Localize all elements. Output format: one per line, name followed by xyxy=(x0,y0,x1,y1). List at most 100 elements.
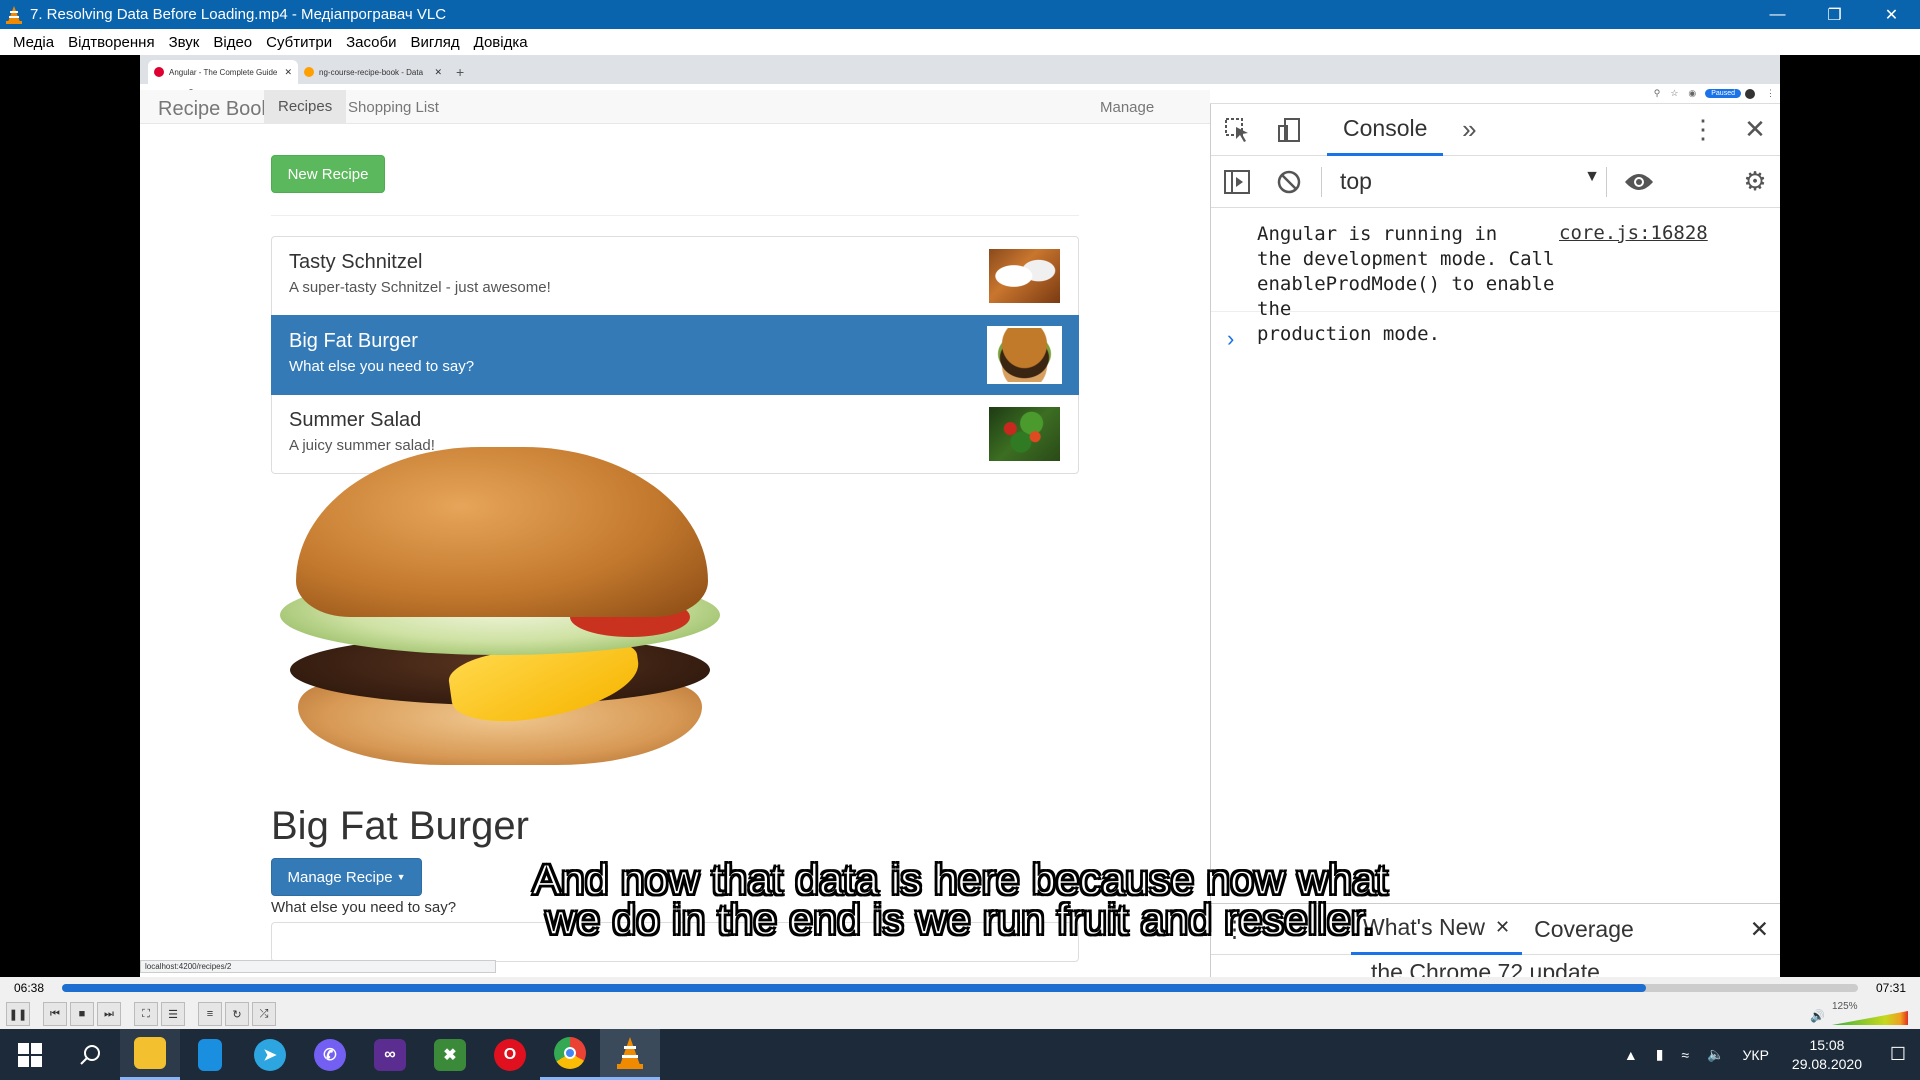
clock-date: 29.08.2020 xyxy=(1791,1055,1862,1072)
elapsed-time: 06:38 xyxy=(13,981,45,995)
divider xyxy=(271,215,1079,216)
speaker-icon[interactable]: 🔈 xyxy=(1707,1046,1724,1063)
windows-taskbar: ➤ ✆ ∞ ✖ O ▲ ▮ ≈ 🔈 УКР 15:08 29.08.2020 ☐ xyxy=(0,1029,1920,1080)
seek-slider[interactable] xyxy=(62,984,1858,992)
menu-help[interactable]: Довідка xyxy=(467,34,535,51)
browser-tab-angular: Angular - The Complete Guide ✕ xyxy=(148,60,298,84)
dropdown-arrow-icon: ▼ xyxy=(1584,168,1600,185)
more-tabs-icon: » xyxy=(1462,114,1477,144)
profile-avatar xyxy=(1745,88,1755,99)
taskbar-vlc[interactable] xyxy=(600,1029,660,1080)
nav-recipes: Recipes xyxy=(264,90,347,124)
folder-icon xyxy=(134,1037,166,1069)
taskbar-file-explorer[interactable] xyxy=(120,1029,180,1080)
volume-level: 125% xyxy=(1832,1001,1858,1012)
browser-tab-strip: Angular - The Complete Guide ✕ ng-course… xyxy=(140,55,1780,84)
volume-control[interactable]: 🔊 125% xyxy=(1810,1001,1910,1025)
speaker-icon: 🔊 xyxy=(1810,1009,1825,1023)
next-button[interactable]: ⏭ xyxy=(97,1002,121,1026)
network-icon[interactable]: ≈ xyxy=(1681,1047,1689,1063)
device-toolbar-icon xyxy=(1263,104,1315,156)
clock-time: 15:08 xyxy=(1809,1036,1845,1053)
stop-button[interactable]: ■ xyxy=(70,1002,94,1026)
show-hidden-icons[interactable]: ▲ xyxy=(1624,1047,1638,1063)
restore-button[interactable]: ❐ xyxy=(1806,0,1863,29)
clear-console-icon xyxy=(1263,156,1315,208)
volume-slider[interactable] xyxy=(1832,1011,1908,1025)
chrome-icon xyxy=(554,1037,586,1069)
new-recipe-button: New Recipe xyxy=(271,155,385,193)
drawer-close-icon: ✕ xyxy=(1749,915,1769,942)
nav-shopping-list: Shopping List xyxy=(348,99,439,116)
manage-recipe-label: Manage Recipe xyxy=(287,868,393,886)
close-button[interactable]: ✕ xyxy=(1863,0,1920,29)
angular-favicon-icon xyxy=(154,67,164,77)
recipe-name: Tasty Schnitzel xyxy=(289,251,423,273)
context-selector: top ▼ xyxy=(1340,168,1600,195)
taskbar-telegram[interactable]: ➤ xyxy=(240,1029,300,1080)
playlist-button[interactable]: ≡ xyxy=(198,1002,222,1026)
context-value: top xyxy=(1340,168,1372,194)
console-source-link: core.js:16828 xyxy=(1559,222,1708,244)
recipe-name: Big Fat Burger xyxy=(289,330,418,352)
menu-tools[interactable]: Засоби xyxy=(339,34,403,51)
tab-console: Console xyxy=(1327,104,1444,156)
vlc-menu-bar: Медіа Відтворення Звук Відео Субтитри За… xyxy=(0,29,1920,55)
whats-new-headline: the Chrome 72 update xyxy=(1371,959,1600,977)
taskbar-visual-studio[interactable]: ∞ xyxy=(360,1029,420,1080)
menu-view[interactable]: Вигляд xyxy=(403,34,466,51)
menu-video[interactable]: Відео xyxy=(206,34,259,51)
loop-button[interactable]: ↻ xyxy=(225,1002,249,1026)
menu-audio[interactable]: Звук xyxy=(162,34,207,51)
pause-button[interactable]: ❚❚ xyxy=(6,1002,30,1026)
firebase-favicon-icon xyxy=(304,67,314,77)
console-prompt-icon: › xyxy=(1227,326,1235,351)
recipe-thumbnail xyxy=(987,405,1062,463)
notification-center-icon[interactable]: ☐ xyxy=(1876,1029,1920,1080)
start-button[interactable] xyxy=(0,1029,60,1080)
browser-tab-label: Angular - The Complete Guide xyxy=(169,67,278,77)
minimize-button[interactable]: — xyxy=(1749,0,1806,29)
bookmark-star-icon: ☆ xyxy=(1670,88,1679,98)
taskbar-opera[interactable]: O xyxy=(480,1029,540,1080)
fullscreen-button[interactable]: ⛶ xyxy=(134,1002,158,1026)
taskbar-viber[interactable]: ✆ xyxy=(300,1029,360,1080)
menu-media[interactable]: Медіа xyxy=(6,34,61,51)
console-toolbar: top ▼ ⚙ xyxy=(1211,156,1780,208)
menu-subtitle[interactable]: Субтитри xyxy=(259,34,339,51)
menu-playback[interactable]: Відтворення xyxy=(61,34,161,51)
windows-logo-icon xyxy=(18,1042,42,1067)
seek-progress xyxy=(62,984,1647,992)
devtools-panel: Console » ⋮ ✕ top ▼ ⚙ Angular is running… xyxy=(1210,104,1780,977)
tab-coverage: Coverage xyxy=(1534,915,1634,942)
document-app-icon xyxy=(198,1038,222,1071)
search-button[interactable] xyxy=(60,1029,120,1080)
app-navbar: Recipe Book Recipes Shopping List Manage xyxy=(140,90,1210,124)
input-language[interactable]: УКР xyxy=(1743,1047,1769,1063)
tab-close-icon: ✕ xyxy=(434,66,442,77)
subtitle-line-2: we do in the end is we run fruit and res… xyxy=(545,896,1376,944)
navbar-brand: Recipe Book xyxy=(158,98,272,120)
taskbar-tool-app[interactable]: ✖ xyxy=(420,1029,480,1080)
show-sidebar-icon xyxy=(1211,156,1263,208)
shuffle-button[interactable]: ⤮ xyxy=(252,1002,276,1026)
clock[interactable]: 15:08 29.08.2020 xyxy=(1792,1036,1862,1074)
battery-icon[interactable]: ▮ xyxy=(1656,1046,1664,1063)
extended-settings-button[interactable]: ☰ xyxy=(161,1002,185,1026)
tab-close-icon: ✕ xyxy=(284,66,292,77)
recipe-item: Tasty Schnitzel A super-tasty Schnitzel … xyxy=(271,236,1079,316)
video-area[interactable]: Angular - The Complete Guide ✕ ng-course… xyxy=(0,55,1920,977)
new-tab-icon: + xyxy=(456,64,465,80)
previous-button[interactable]: ⏮ xyxy=(43,1002,67,1026)
vlc-title-bar: 7. Resolving Data Before Loading.mp4 - М… xyxy=(0,0,1920,29)
visual-studio-icon: ∞ xyxy=(374,1038,406,1071)
taskbar-files-app[interactable] xyxy=(180,1029,240,1080)
devtools-close-icon: ✕ xyxy=(1744,114,1766,144)
console-message: Angular is running in the development mo… xyxy=(1257,223,1555,345)
recipe-thumbnail xyxy=(987,247,1062,305)
paused-badge: Paused xyxy=(1705,89,1741,98)
recipe-detail-image xyxy=(280,447,720,767)
subtitle-overlay: And now that data is here because now wh… xyxy=(380,858,1540,944)
taskbar-chrome[interactable] xyxy=(540,1029,600,1080)
recipe-item-selected: Big Fat Burger What else you need to say… xyxy=(271,315,1079,395)
